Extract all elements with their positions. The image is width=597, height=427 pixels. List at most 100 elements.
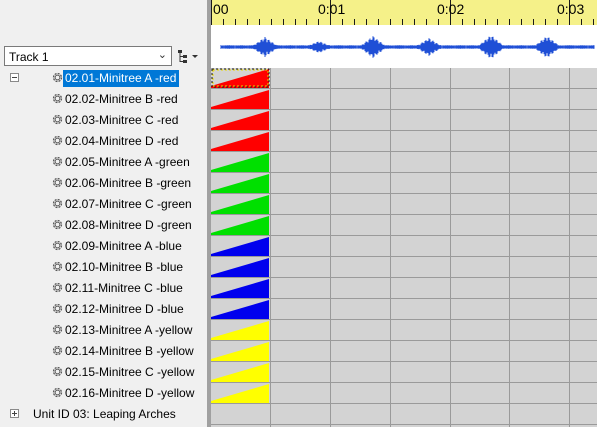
gear-icon <box>51 155 64 168</box>
cue-effect <box>211 216 269 235</box>
tree-item-label: 02.01-Minitree A -red <box>63 70 180 87</box>
tree-item[interactable]: 02.01-Minitree A -red <box>0 68 207 89</box>
tree-item[interactable]: 02.09-Minitree A -blue <box>0 236 207 257</box>
ruler-time-label: 0:03 <box>557 1 585 17</box>
ruler-minor-tick <box>259 19 260 25</box>
ruler-minor-tick <box>390 19 391 25</box>
grid-column-line <box>450 68 451 427</box>
ruler-minor-tick <box>247 19 248 25</box>
ruler-minor-tick <box>318 19 319 25</box>
gear-icon <box>51 365 64 378</box>
ruler-minor-tick <box>462 19 463 25</box>
tree-item[interactable]: 02.12-Minitree D -blue <box>0 299 207 320</box>
tree-item[interactable]: 02.08-Minitree D -green <box>0 215 207 236</box>
cue-effect <box>211 132 269 151</box>
ruler-time-label: 00 <box>213 1 229 17</box>
tree-item[interactable]: 02.03-Minitree C -red <box>0 110 207 131</box>
grid-column-line <box>569 68 570 427</box>
tree-item[interactable]: 02.11-Minitree C -blue <box>0 278 207 299</box>
tree-item-label: 02.07-Minitree C -green <box>65 197 192 211</box>
gear-icon <box>51 134 64 147</box>
track-dropdown-value: Track 1 <box>9 50 49 64</box>
tree-item[interactable]: 02.04-Minitree D -red <box>0 131 207 152</box>
gear-icon <box>51 386 64 399</box>
tree-panel: Track 1 ⌄ 02.01-Minitree A -red 02.02-Min… <box>0 0 207 427</box>
gear-icon <box>51 323 64 336</box>
ruler-major-tick <box>211 0 212 25</box>
tree-item[interactable]: 02.16-Minitree D -yellow <box>0 383 207 404</box>
ruler-minor-tick <box>545 19 546 25</box>
tree-item[interactable]: 02.10-Minitree B -blue <box>0 257 207 278</box>
tree-item-label: 02.11-Minitree C -blue <box>65 281 183 295</box>
ruler-minor-tick <box>342 19 343 25</box>
ruler-minor-tick <box>557 19 558 25</box>
tree-item-label: 02.15-Minitree C -yellow <box>65 365 195 379</box>
cue-effect <box>211 300 269 319</box>
ruler-minor-tick <box>509 19 510 25</box>
ruler-time-label: 0:02 <box>437 1 465 17</box>
tree-item[interactable]: 02.07-Minitree C -green <box>0 194 207 215</box>
hierarchy-dropdown-icon <box>178 50 198 63</box>
cue-grid[interactable] <box>211 68 597 427</box>
cue-effect <box>211 321 269 340</box>
ruler-minor-tick <box>414 19 415 25</box>
tree-item-label: 02.08-Minitree D -green <box>65 218 192 232</box>
hierarchy-dropdown-button[interactable] <box>176 46 202 66</box>
gear-icon <box>51 239 64 252</box>
ruler-minor-tick <box>271 19 272 25</box>
ruler-minor-tick <box>306 19 307 25</box>
timeline-panel: 00 0:01 0:02 0:03 <box>211 0 597 427</box>
tree-item-unit[interactable]: Unit ID 03: Leaping Arches <box>0 404 207 425</box>
gear-icon <box>51 176 64 189</box>
tree-item[interactable]: 02.05-Minitree A -green <box>0 152 207 173</box>
ruler-minor-tick <box>283 19 284 25</box>
ruler-minor-tick <box>521 19 522 25</box>
timeline-ruler[interactable]: 00 0:01 0:02 0:03 <box>211 0 597 25</box>
tree-item-label: 02.12-Minitree D -blue <box>65 302 184 316</box>
ruler-minor-tick <box>581 19 582 25</box>
cue-effect <box>211 69 269 88</box>
cue-effects <box>211 68 270 403</box>
cue-effect <box>211 384 269 403</box>
tree-item-label: 02.10-Minitree B -blue <box>65 260 184 274</box>
ruler-minor-tick <box>295 19 296 25</box>
grid-column-line <box>509 68 510 427</box>
gear-icon <box>51 197 64 210</box>
gear-icon <box>51 218 64 231</box>
waveform-path <box>220 36 595 58</box>
ruler-minor-tick <box>497 19 498 25</box>
gear-icon <box>51 92 64 105</box>
unit-label: Unit ID 03: Leaping Arches <box>33 407 176 421</box>
cue-effect <box>211 153 269 172</box>
ruler-minor-tick <box>378 19 379 25</box>
track-dropdown[interactable]: Track 1 ⌄ <box>4 46 172 66</box>
tree-item[interactable]: 02.15-Minitree C -yellow <box>0 362 207 383</box>
tree-item[interactable]: 02.14-Minitree B -yellow <box>0 341 207 362</box>
tree-item-label: 02.09-Minitree A -blue <box>65 239 182 253</box>
ruler-minor-tick <box>235 19 236 25</box>
cue-effect <box>211 258 269 277</box>
tree-item-label: 02.16-Minitree D -yellow <box>65 386 195 400</box>
tree-item-label: 02.02-Minitree B -red <box>65 92 178 106</box>
cue-effect <box>211 111 269 130</box>
gear-icon <box>51 344 64 357</box>
ruler-time-label: 0:01 <box>318 1 346 17</box>
tree-item-label: 02.14-Minitree B -yellow <box>65 344 194 358</box>
ruler-minor-tick <box>533 19 534 25</box>
cue-effect <box>211 90 269 109</box>
tree-item[interactable]: 02.06-Minitree B -green <box>0 173 207 194</box>
tree-item-label: 02.03-Minitree C -red <box>65 113 179 127</box>
ruler-minor-tick <box>366 19 367 25</box>
gear-icon <box>51 113 64 126</box>
audio-waveform-strip[interactable] <box>211 28 597 66</box>
cue-effect <box>211 195 269 214</box>
ruler-minor-tick <box>223 19 224 25</box>
audio-waveform <box>220 36 595 58</box>
cue-effect <box>211 342 269 361</box>
gear-icon <box>51 302 64 315</box>
expand-icon[interactable] <box>10 409 19 418</box>
collapse-icon[interactable] <box>10 73 19 82</box>
tree-item[interactable]: 02.13-Minitree A -yellow <box>0 320 207 341</box>
tree-item[interactable]: 02.02-Minitree B -red <box>0 89 207 110</box>
ruler-minor-tick <box>474 19 475 25</box>
